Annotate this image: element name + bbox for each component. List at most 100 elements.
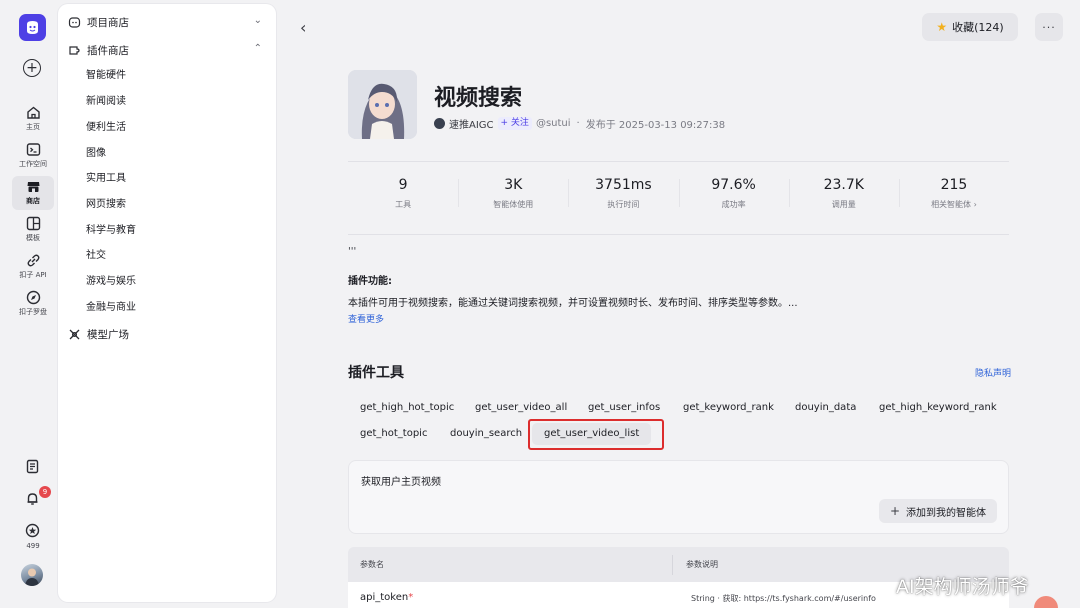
category-item[interactable]: 新闻阅读 [86, 93, 126, 111]
category-item[interactable]: 实用工具 [86, 170, 126, 188]
param-name-text: api_token [360, 592, 409, 603]
rail-item-compass[interactable]: 扣子罗盘 [8, 287, 58, 321]
compass-icon [26, 290, 40, 305]
column-separator [672, 555, 673, 575]
notification-badge: 9 [39, 486, 51, 498]
terminal-icon [26, 143, 40, 156]
stat-label: 执行时间 [607, 199, 640, 209]
category-item[interactable]: 科学与教育 [86, 222, 136, 240]
project-store-icon [68, 16, 81, 28]
rail-label: 扣子罗盘 [19, 308, 47, 316]
chevron-up-icon: ⌃ [253, 43, 262, 54]
stat-value: 9 [398, 176, 408, 193]
category-item[interactable]: 图像 [86, 145, 106, 163]
favorite-label: 收藏(124) [952, 21, 1004, 34]
stat-label: 工具 [395, 199, 412, 209]
plugin-cover-illustration [348, 70, 417, 139]
annotation-highlight-box [528, 419, 664, 450]
watermark-avatar [1034, 596, 1058, 608]
template-icon [26, 216, 40, 231]
stat-value: 215 [940, 176, 968, 193]
author-name[interactable]: 速推AIGC [449, 116, 494, 131]
more-options-button[interactable]: ··· [1035, 13, 1063, 41]
store-icon [27, 182, 39, 192]
stat-label: 智能体使用 [493, 199, 534, 209]
rail-item-workspace[interactable]: 工作空间 [8, 139, 58, 173]
category-label: 项目商店 [87, 16, 129, 29]
column-header-desc: 参数说明 [686, 560, 718, 569]
tool-tab[interactable]: douyin_data [783, 397, 868, 419]
tools-section-title: 插件工具 [348, 365, 404, 381]
stat-agent-usage: 3K 智能体使用 [458, 165, 568, 221]
category-item[interactable]: 游戏与娱乐 [86, 273, 136, 291]
stat-tools: 9 工具 [348, 165, 458, 221]
stat-exec-time: 3751ms 执行时间 [568, 165, 678, 221]
rail-item-template[interactable]: 模板 [8, 213, 58, 247]
tool-tab[interactable]: get_high_keyword_rank [867, 397, 1009, 419]
tool-tab[interactable]: get_high_hot_topic [348, 397, 466, 419]
follow-button[interactable]: + 关注 [497, 117, 532, 130]
rail-label: 商店 [26, 197, 40, 205]
category-plugin-store[interactable]: 插件商店 ⌃ [68, 39, 268, 61]
tool-tab[interactable]: douyin_search [438, 423, 534, 445]
stats-row: 9 工具 3K 智能体使用 3751ms 执行时间 97.6% 成功率 23.7K 调用量… [348, 165, 1009, 221]
stat-label: 成功率 [721, 199, 746, 209]
category-project-store[interactable]: 项目商店 ⌄ [68, 11, 268, 33]
user-avatar[interactable] [21, 564, 43, 586]
category-item[interactable]: 社交 [86, 247, 106, 265]
star-icon: ★ [936, 20, 948, 34]
privacy-link[interactable]: 隐私声明 [975, 366, 1011, 379]
plus-icon: + [889, 504, 901, 518]
category-item[interactable]: 网页搜索 [86, 196, 126, 214]
tool-tab[interactable]: get_user_infos [576, 397, 672, 419]
app-logo[interactable] [19, 14, 46, 41]
stat-related-agents[interactable]: 215 相关智能体 › [898, 165, 1009, 221]
add-to-agent-button[interactable]: + 添加到我的智能体 [879, 499, 997, 523]
bell-icon[interactable] [25, 491, 40, 506]
category-item[interactable]: 金融与商业 [86, 299, 136, 317]
favorite-button[interactable]: ★ 收藏(124) [922, 13, 1018, 41]
chevron-down-icon: ⌄ [253, 15, 262, 26]
logo-icon [27, 21, 38, 34]
plugin-cover-image [348, 70, 417, 139]
author-avatar [434, 118, 445, 129]
category-model-square[interactable]: 模型广场 [68, 323, 268, 345]
add-to-agent-label: 添加到我的智能体 [906, 507, 987, 519]
column-header-name: 参数名 [360, 560, 384, 569]
plugin-meta: 速推AIGC + 关注 @sutui · 发布于 2025-03-13 09:2… [434, 116, 725, 131]
tool-tab[interactable]: get_hot_topic [348, 423, 439, 445]
param-description: String · 获取: https://ts.fyshark.com/#/us… [691, 594, 876, 603]
stat-label: 相关智能体 › [931, 199, 977, 209]
stat-label: 调用量 [831, 199, 856, 209]
description-quote: ''' [348, 246, 357, 257]
back-button[interactable]: ‹ [300, 18, 306, 37]
credits-icon[interactable] [25, 523, 40, 538]
tool-tab[interactable]: get_keyword_rank [671, 397, 786, 419]
stat-value: 97.6% [711, 176, 756, 193]
rail-item-home[interactable]: 主页 [8, 102, 58, 136]
avatar-image [25, 568, 39, 586]
credits-count: 499 [26, 542, 40, 550]
rail-item-api[interactable]: 扣子 API [8, 250, 58, 284]
tool-detail-panel: 获取用户主页视频 + 添加到我的智能体 [348, 460, 1009, 534]
plugin-store-icon [69, 45, 80, 55]
plugin-title: 视频搜索 [434, 86, 523, 111]
category-item[interactable]: 便利生活 [86, 119, 126, 137]
param-name: api_token* [360, 592, 413, 603]
category-item[interactable]: 智能硬件 [86, 67, 126, 85]
required-marker: * [408, 592, 414, 603]
stat-value: 23.7K [823, 176, 864, 193]
divider [348, 161, 1009, 162]
rail-item-store[interactable]: 商店 [12, 176, 54, 210]
rail-label: 工作空间 [19, 160, 47, 168]
publish-time: 发布于 2025-03-13 09:27:38 [585, 120, 726, 131]
document-icon[interactable] [25, 459, 40, 474]
category-label: 模型广场 [87, 328, 129, 341]
nav-rail: + 主页 工作空间 商店 模板 扣子 API 扣子罗盘 9 499 [8, 0, 58, 602]
create-button[interactable]: + [23, 59, 41, 77]
stat-call-count: 23.7K 调用量 [788, 165, 899, 221]
feature-description: 本插件可用于视频搜索，能通过关键词搜索视频，并可设置视频时长、发布时间、排序类型… [348, 298, 798, 309]
tool-tab[interactable]: get_user_video_all [463, 397, 579, 419]
stat-value: 3751ms [595, 176, 652, 193]
see-more-link[interactable]: 查看更多 [348, 312, 384, 325]
